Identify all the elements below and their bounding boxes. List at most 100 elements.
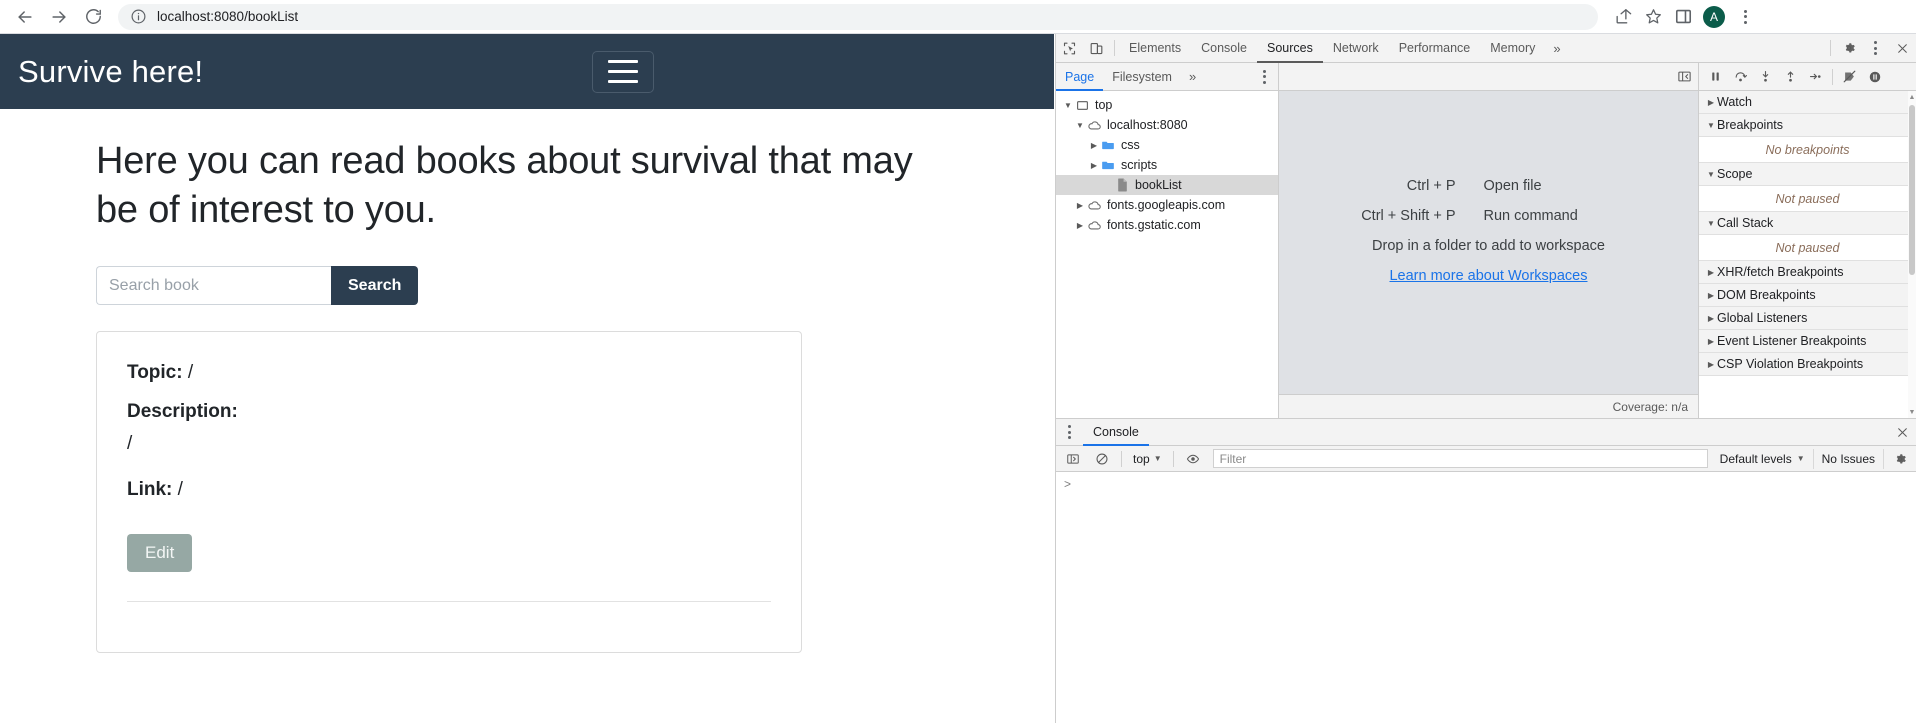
avatar[interactable]: A xyxy=(1703,5,1725,28)
gear-icon[interactable] xyxy=(1835,35,1862,62)
learn-more-workspaces-link[interactable]: Learn more about Workspaces xyxy=(1389,268,1587,284)
devtools-close-icon[interactable] xyxy=(1889,35,1916,62)
section-watch[interactable]: ▶ Watch xyxy=(1699,91,1916,114)
scroll-down-icon[interactable]: ▼ xyxy=(1908,406,1916,418)
tree-item-scripts[interactable]: ▶ scripts xyxy=(1056,155,1278,175)
tree-item-label: fonts.googleapis.com xyxy=(1107,198,1226,212)
console-levels-label: Default levels xyxy=(1719,451,1792,466)
clear-console-icon[interactable] xyxy=(1088,445,1115,472)
step-out-icon[interactable] xyxy=(1778,64,1803,89)
section-scope[interactable]: ▼ Scope xyxy=(1699,163,1916,186)
section-global-listeners[interactable]: ▶ Global Listeners xyxy=(1699,307,1916,330)
sources-editor: Ctrl + P Open file Ctrl + Shift + P Run … xyxy=(1279,63,1698,418)
tab-console[interactable]: Console xyxy=(1191,34,1257,63)
console-context-selector[interactable]: top ▼ xyxy=(1128,449,1167,469)
step-into-icon[interactable] xyxy=(1753,64,1778,89)
tab-page[interactable]: Page xyxy=(1056,63,1103,91)
console-sidebar-icon[interactable] xyxy=(1059,445,1086,472)
hamburger-menu-icon[interactable] xyxy=(592,50,654,93)
console-prompt-caret: > xyxy=(1064,477,1072,491)
show-navigator-icon[interactable] xyxy=(1671,63,1698,90)
chevron-double-right-icon[interactable]: » xyxy=(1181,69,1204,84)
chevron-right-icon[interactable]: ▶ xyxy=(1088,141,1100,150)
side-panel-icon[interactable] xyxy=(1668,2,1698,32)
section-call-stack[interactable]: ▼ Call Stack xyxy=(1699,212,1916,235)
live-expression-icon[interactable] xyxy=(1180,445,1207,472)
tree-item-fonts-gstatic[interactable]: ▶ fonts.gstatic.com xyxy=(1056,215,1278,235)
section-label: CSP Violation Breakpoints xyxy=(1717,357,1864,371)
chevron-down-icon: ▼ xyxy=(1707,169,1715,179)
search-input[interactable] xyxy=(96,266,331,306)
pause-icon[interactable] xyxy=(1703,64,1728,89)
chevron-right-icon[interactable]: ▶ xyxy=(1088,161,1100,170)
hint-open-file: Ctrl + P Open file xyxy=(1304,178,1674,194)
section-event-listener-breakpoints[interactable]: ▶ Event Listener Breakpoints xyxy=(1699,330,1916,353)
edit-button[interactable]: Edit xyxy=(127,534,193,573)
breakpoints-empty-text: No breakpoints xyxy=(1699,137,1916,163)
reload-button[interactable] xyxy=(76,0,110,34)
console-levels-selector[interactable]: Default levels ▼ xyxy=(1714,452,1811,466)
book-link-label: Link: xyxy=(127,479,173,501)
browser-toolbar: localhost:8080/bookList A xyxy=(0,0,1916,34)
console-prompt-row[interactable]: > xyxy=(1056,476,1916,494)
card-tail xyxy=(127,602,771,652)
section-csp-violation-breakpoints[interactable]: ▶ CSP Violation Breakpoints xyxy=(1699,353,1916,376)
tree-item-top[interactable]: ▼ top xyxy=(1056,95,1278,115)
chevron-double-right-icon[interactable]: » xyxy=(1545,41,1568,56)
chevron-right-icon[interactable]: ▶ xyxy=(1074,221,1086,230)
chevron-right-icon: ▶ xyxy=(1707,267,1715,277)
tab-filesystem[interactable]: Filesystem xyxy=(1103,63,1181,91)
drawer-close-icon[interactable] xyxy=(1889,419,1916,446)
navigator-options-icon[interactable] xyxy=(1251,63,1278,90)
tree-item-booklist[interactable]: bookList xyxy=(1056,175,1278,195)
inspect-element-icon[interactable] xyxy=(1056,35,1083,62)
tab-memory[interactable]: Memory xyxy=(1480,34,1545,63)
deactivate-breakpoints-icon[interactable] xyxy=(1837,64,1862,89)
devtools-more-options-icon[interactable] xyxy=(1862,35,1889,62)
drawer-options-icon[interactable] xyxy=(1056,419,1083,446)
site-title: Survive here! xyxy=(18,53,204,89)
tree-item-css[interactable]: ▶ css xyxy=(1056,135,1278,155)
tab-sources[interactable]: Sources xyxy=(1257,34,1323,63)
tab-performance[interactable]: Performance xyxy=(1389,34,1481,63)
chevron-down-icon[interactable]: ▼ xyxy=(1062,101,1074,110)
device-toolbar-icon[interactable] xyxy=(1083,35,1110,62)
step-over-icon[interactable] xyxy=(1728,64,1753,89)
console-filter-input[interactable] xyxy=(1212,449,1708,468)
section-breakpoints[interactable]: ▼ Breakpoints xyxy=(1699,114,1916,137)
scrollbar-thumb[interactable] xyxy=(1909,105,1915,275)
tab-network[interactable]: Network xyxy=(1323,34,1389,63)
hint-desc: Run command xyxy=(1483,207,1578,224)
debugger-scrollbar[interactable]: ▲ ▼ xyxy=(1908,91,1916,418)
tab-console-drawer[interactable]: Console xyxy=(1083,419,1149,446)
pause-on-exceptions-icon[interactable] xyxy=(1862,64,1887,89)
back-button[interactable] xyxy=(8,0,42,34)
section-xhr-fetch-breakpoints[interactable]: ▶ XHR/fetch Breakpoints xyxy=(1699,261,1916,284)
section-label: DOM Breakpoints xyxy=(1717,288,1816,302)
share-icon[interactable] xyxy=(1608,2,1638,32)
console-toolbar: top ▼ Default levels ▼ No Issues xyxy=(1056,446,1916,472)
devtools-panel: Elements Console Sources Network Perform… xyxy=(1055,34,1916,723)
hint-key: Ctrl + Shift + P xyxy=(1361,207,1456,224)
tree-item-localhost[interactable]: ▼ localhost:8080 xyxy=(1056,115,1278,135)
browser-menu-icon[interactable] xyxy=(1730,2,1760,32)
star-icon[interactable] xyxy=(1638,2,1668,32)
hint-run-command: Ctrl + Shift + P Run command xyxy=(1304,208,1674,224)
section-dom-breakpoints[interactable]: ▶ DOM Breakpoints xyxy=(1699,284,1916,307)
devtools-main: Page Filesystem » ▼ top ▼ localhost:8080… xyxy=(1056,63,1916,723)
tree-item-fonts-googleapis[interactable]: ▶ fonts.googleapis.com xyxy=(1056,195,1278,215)
tab-elements[interactable]: Elements xyxy=(1119,34,1191,63)
chevron-down-icon[interactable]: ▼ xyxy=(1074,121,1086,130)
step-icon[interactable] xyxy=(1803,64,1828,89)
chevron-right-icon[interactable]: ▶ xyxy=(1074,201,1086,210)
issues-button[interactable]: No Issues xyxy=(1812,448,1884,469)
console-output[interactable]: > xyxy=(1056,472,1916,723)
search-button[interactable]: Search xyxy=(331,266,419,306)
drop-folder-hint: Drop in a folder to add to workspace xyxy=(1372,237,1605,254)
forward-button[interactable] xyxy=(42,0,76,34)
console-settings-gear-icon[interactable] xyxy=(1886,445,1913,472)
console-drawer: Console top ▼ Filter Default levels ▼ No… xyxy=(1056,418,1916,723)
page-info-icon[interactable] xyxy=(130,8,147,25)
scroll-up-icon[interactable]: ▲ xyxy=(1908,91,1916,103)
address-bar[interactable]: localhost:8080/bookList xyxy=(118,3,1598,30)
